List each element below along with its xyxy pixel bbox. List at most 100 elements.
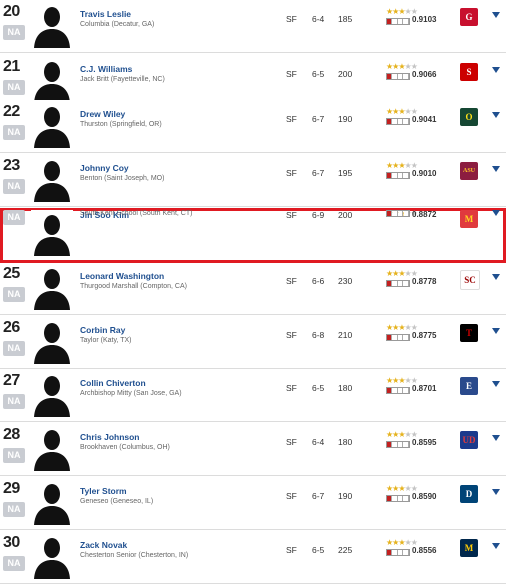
rating-meter-segment bbox=[398, 442, 404, 447]
national-rank-badge: NA bbox=[3, 448, 25, 463]
player-photo-placeholder[interactable] bbox=[31, 156, 73, 202]
rating-meter-segment bbox=[398, 550, 404, 555]
player-height: 6-7 bbox=[312, 114, 325, 124]
player-photo-placeholder[interactable] bbox=[31, 318, 73, 364]
rating-meter bbox=[386, 73, 410, 80]
player-row[interactable]: 29 NA Tyler Storm Geneseo (Geneseo, IL) SF 6-… bbox=[0, 477, 506, 530]
rating-meter-segment bbox=[398, 335, 404, 340]
player-row[interactable]: 27 NA Collin Chiverton Archbishop Mitty (Sa… bbox=[0, 369, 506, 422]
expand-row-arrow-icon[interactable] bbox=[492, 489, 500, 495]
michigan-logo[interactable]: M bbox=[460, 539, 478, 557]
player-school: Taylor (Katy, TX) bbox=[80, 337, 132, 344]
player-row[interactable]: 30 NA Zack Novak Chesterton Senior (Chester… bbox=[0, 531, 506, 584]
player-photo-placeholder[interactable] bbox=[31, 210, 73, 256]
player-name-link[interactable]: Chris Johnson bbox=[80, 432, 140, 442]
expand-row-arrow-icon[interactable] bbox=[492, 543, 500, 549]
rating-meter-segment bbox=[404, 173, 409, 178]
player-school: Chesterton Senior (Chesterton, IN) bbox=[80, 552, 189, 559]
player-photo-placeholder[interactable] bbox=[31, 2, 73, 48]
player-photo-placeholder[interactable] bbox=[31, 533, 73, 579]
player-weight: 190 bbox=[338, 491, 353, 501]
drake-logo[interactable]: D bbox=[460, 485, 478, 503]
player-photo-placeholder[interactable] bbox=[31, 102, 73, 148]
player-name-link[interactable]: Corbin Ray bbox=[80, 325, 125, 335]
rating-meter bbox=[386, 495, 410, 502]
eastern-michigan-logo[interactable]: E bbox=[460, 377, 478, 395]
player-height: 6-6 bbox=[312, 276, 325, 286]
player-weight: 230 bbox=[338, 276, 353, 286]
rating-meter-segment bbox=[404, 19, 409, 24]
player-row[interactable]: 28 NA Chris Johnson Brookhaven (Columbus, O… bbox=[0, 423, 506, 476]
rank-number: 26 bbox=[3, 319, 20, 336]
player-height: 6-7 bbox=[312, 491, 325, 501]
expand-row-arrow-icon[interactable] bbox=[492, 210, 500, 216]
rating-meter-segment bbox=[398, 74, 404, 79]
player-position: SF bbox=[286, 14, 297, 24]
player-photo-placeholder[interactable] bbox=[31, 425, 73, 471]
player-row[interactable]: 22 NA Drew Wiley Thurston (Springfield, OR)… bbox=[0, 100, 506, 153]
player-row[interactable]: 20 NA Travis Leslie Columbia (Decatur, GA) S… bbox=[0, 0, 506, 53]
player-name-link[interactable]: Zack Novak bbox=[80, 540, 127, 550]
rating-meter-segment bbox=[387, 335, 392, 340]
player-weight: 180 bbox=[338, 437, 353, 447]
player-weight: 225 bbox=[338, 545, 353, 555]
expand-row-arrow-icon[interactable] bbox=[492, 274, 500, 280]
player-school: Jack Britt (Fayetteville, NC) bbox=[80, 76, 165, 83]
texas-tech-logo[interactable]: T bbox=[460, 324, 478, 342]
nc-state-logo[interactable]: S bbox=[460, 63, 478, 81]
expand-row-arrow-icon[interactable] bbox=[492, 328, 500, 334]
player-position: SF bbox=[286, 545, 297, 555]
player-rating: 0.8775 bbox=[412, 331, 437, 340]
georgia-logo[interactable]: G bbox=[460, 8, 478, 26]
player-rating: 0.8701 bbox=[412, 384, 437, 393]
player-photo-placeholder[interactable] bbox=[31, 371, 73, 417]
player-name-link[interactable]: Tyler Storm bbox=[80, 486, 127, 496]
player-name-link[interactable]: Travis Leslie bbox=[80, 9, 131, 19]
expand-row-arrow-icon[interactable] bbox=[492, 166, 500, 172]
player-photo-placeholder[interactable] bbox=[31, 57, 73, 103]
player-photo-placeholder[interactable] bbox=[31, 479, 73, 525]
usc-logo[interactable]: SC bbox=[460, 270, 480, 290]
expand-row-arrow-icon[interactable] bbox=[492, 435, 500, 441]
player-name-link[interactable]: Johnny Coy bbox=[80, 163, 129, 173]
player-row[interactable]: 26 NA Corbin Ray Taylor (Katy, TX) SF 6-8 210 ★… bbox=[0, 316, 506, 369]
rating-meter-segment bbox=[404, 496, 409, 501]
national-rank-badge: NA bbox=[3, 179, 25, 194]
player-school: Columbia (Decatur, GA) bbox=[80, 21, 155, 28]
arizona-state-logo[interactable]: ASU bbox=[460, 162, 478, 180]
rating-meter-segment bbox=[404, 119, 409, 124]
player-row[interactable]: 25 NA Leonard Washington Thurgood Marshall … bbox=[0, 262, 506, 315]
player-rating: 0.8595 bbox=[412, 438, 437, 447]
player-name-link[interactable]: Leonard Washington bbox=[80, 271, 164, 281]
player-name-link[interactable]: Drew Wiley bbox=[80, 109, 125, 119]
player-school: Thurston (Springfield, OR) bbox=[80, 121, 162, 128]
rating-meter-segment bbox=[392, 281, 398, 286]
expand-row-arrow-icon[interactable] bbox=[492, 12, 500, 18]
player-position: SF bbox=[286, 168, 297, 178]
player-position: SF bbox=[286, 383, 297, 393]
expand-row-arrow-icon[interactable] bbox=[492, 67, 500, 73]
player-rating: 0.9103 bbox=[412, 15, 437, 24]
player-school: Brookhaven (Columbus, OH) bbox=[80, 444, 170, 451]
national-rank-badge: NA bbox=[3, 556, 25, 571]
player-name-link[interactable]: C.J. Williams bbox=[80, 64, 132, 74]
player-row[interactable]: 24NAJin Soo KimSouth Kent School (South … bbox=[0, 208, 506, 263]
rank-number: 29 bbox=[3, 480, 20, 497]
player-rating: 0.9066 bbox=[412, 70, 437, 79]
maryland-logo[interactable]: M bbox=[460, 210, 478, 228]
player-school: Archbishop Mitty (San Jose, GA) bbox=[80, 390, 182, 397]
oregon-logo[interactable]: O bbox=[460, 108, 478, 126]
player-height: 6-5 bbox=[312, 383, 325, 393]
rating-meter bbox=[386, 172, 410, 179]
rating-meter-segment bbox=[398, 211, 404, 216]
player-photo-placeholder[interactable] bbox=[31, 264, 73, 310]
rating-meter bbox=[386, 441, 410, 448]
player-row[interactable]: 23 NA Johnny Coy Benton (Saint Joseph, MO) S… bbox=[0, 154, 506, 207]
expand-row-arrow-icon[interactable] bbox=[492, 381, 500, 387]
dayton-logo[interactable]: UD bbox=[460, 431, 478, 449]
expand-row-arrow-icon[interactable] bbox=[492, 112, 500, 118]
rating-meter-segment bbox=[387, 119, 392, 124]
rating-meter-segment bbox=[398, 388, 404, 393]
rank-number: 23 bbox=[3, 157, 20, 174]
player-name-link[interactable]: Collin Chiverton bbox=[80, 378, 146, 388]
